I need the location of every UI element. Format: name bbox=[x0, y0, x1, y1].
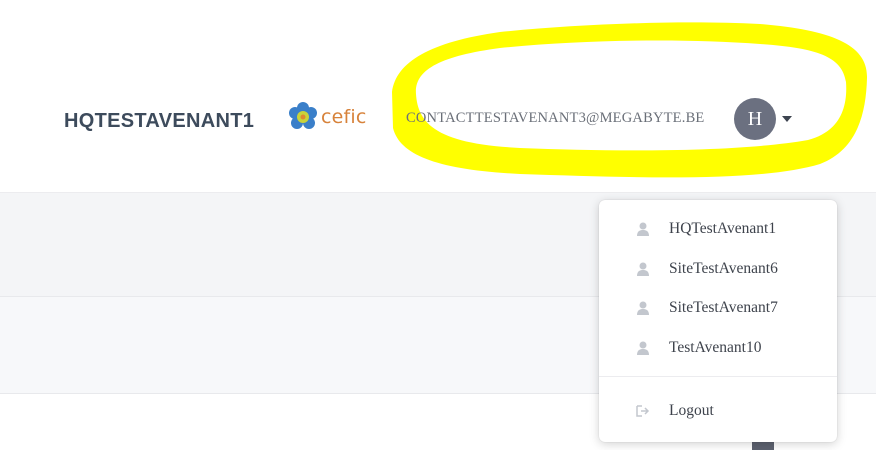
logout-icon bbox=[635, 402, 651, 420]
user-email: CONTACTTESTAVENANT3@MEGABYTE.BE bbox=[406, 110, 705, 126]
caret-down-icon[interactable] bbox=[782, 116, 792, 122]
menu-item-label: SiteTestAvenant7 bbox=[669, 299, 778, 316]
menu-item-account[interactable]: HQTestAvenant1 bbox=[599, 211, 837, 247]
user-icon bbox=[635, 260, 651, 278]
menu-divider bbox=[599, 376, 837, 377]
menu-item-label: TestAvenant10 bbox=[669, 339, 762, 356]
cefic-logo: cefic bbox=[287, 101, 367, 133]
menu-item-label: HQTestAvenant1 bbox=[669, 220, 777, 237]
logo-text: cefic bbox=[321, 106, 367, 128]
user-menu-toggle[interactable]: H bbox=[734, 98, 792, 140]
menu-item-account[interactable]: SiteTestAvenant7 bbox=[599, 290, 837, 326]
user-icon bbox=[635, 220, 651, 238]
logout-label: Logout bbox=[669, 402, 714, 419]
avatar[interactable]: H bbox=[734, 98, 776, 140]
avatar-initial: H bbox=[747, 107, 763, 130]
menu-item-label: SiteTestAvenant6 bbox=[669, 260, 778, 277]
user-icon bbox=[635, 299, 651, 317]
menu-item-account[interactable]: SiteTestAvenant6 bbox=[599, 251, 837, 287]
user-dropdown-menu: HQTestAvenant1 SiteTestAvenant6 SiteTest… bbox=[599, 200, 837, 442]
highlight-annotation bbox=[392, 22, 868, 178]
top-header: HQTESTAVENANT1 cefic CONTACTTESTAVENANT3… bbox=[0, 0, 876, 192]
logout-menu-item[interactable]: Logout bbox=[599, 393, 837, 429]
organization-name: HQTESTAVENANT1 bbox=[64, 110, 255, 132]
user-icon bbox=[635, 339, 651, 357]
flower-logo-icon bbox=[289, 102, 317, 129]
menu-item-account[interactable]: TestAvenant10 bbox=[599, 330, 837, 366]
